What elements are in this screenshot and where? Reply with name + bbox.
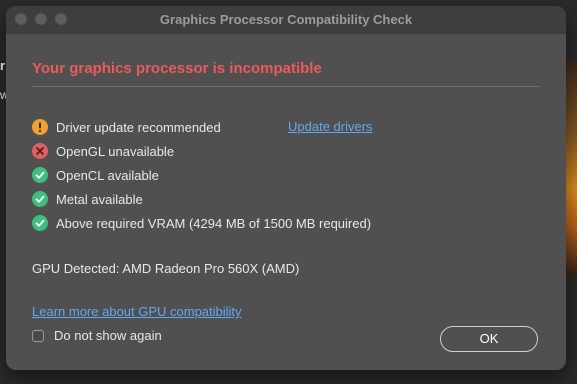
check-row-metal: Metal available bbox=[32, 189, 143, 209]
background-text: r bbox=[0, 58, 6, 73]
check-label: OpenCL available bbox=[56, 167, 159, 183]
error-icon bbox=[32, 143, 48, 159]
compatibility-dialog: Graphics Processor Compatibility Check Y… bbox=[6, 6, 566, 370]
incompatible-heading: Your graphics processor is incompatible bbox=[32, 60, 322, 77]
check-icon bbox=[32, 191, 48, 207]
check-label: Above required VRAM (4294 MB of 1500 MB … bbox=[56, 215, 372, 231]
check-label: OpenGL unavailable bbox=[56, 143, 175, 159]
check-label: Metal available bbox=[56, 191, 143, 207]
check-label: Driver update recommended bbox=[56, 119, 221, 135]
learn-more-link[interactable]: Learn more about GPU compatibility bbox=[32, 304, 242, 319]
check-row-driver: Driver update recommended bbox=[32, 117, 221, 137]
check-row-opengl: OpenGL unavailable bbox=[32, 141, 174, 161]
check-icon bbox=[32, 167, 48, 183]
do-not-show-again-checkbox[interactable] bbox=[32, 329, 44, 342]
warning-icon bbox=[32, 119, 48, 135]
do-not-show-again-label: Do not show again bbox=[54, 328, 162, 343]
check-icon bbox=[32, 215, 48, 231]
window-title: Graphics Processor Compatibility Check bbox=[159, 12, 413, 27]
title-bar: Graphics Processor Compatibility Check bbox=[6, 6, 566, 34]
update-drivers-link[interactable]: Update drivers bbox=[288, 119, 373, 134]
check-row-opencl: OpenCL available bbox=[32, 165, 159, 185]
divider bbox=[32, 86, 540, 87]
check-row-vram: Above required VRAM (4294 MB of 1500 MB … bbox=[32, 213, 371, 233]
ok-button[interactable]: OK bbox=[440, 326, 538, 352]
do-not-show-again-option[interactable]: Do not show again bbox=[32, 328, 162, 343]
gpu-detected-text: GPU Detected: AMD Radeon Pro 560X (AMD) bbox=[32, 261, 300, 276]
